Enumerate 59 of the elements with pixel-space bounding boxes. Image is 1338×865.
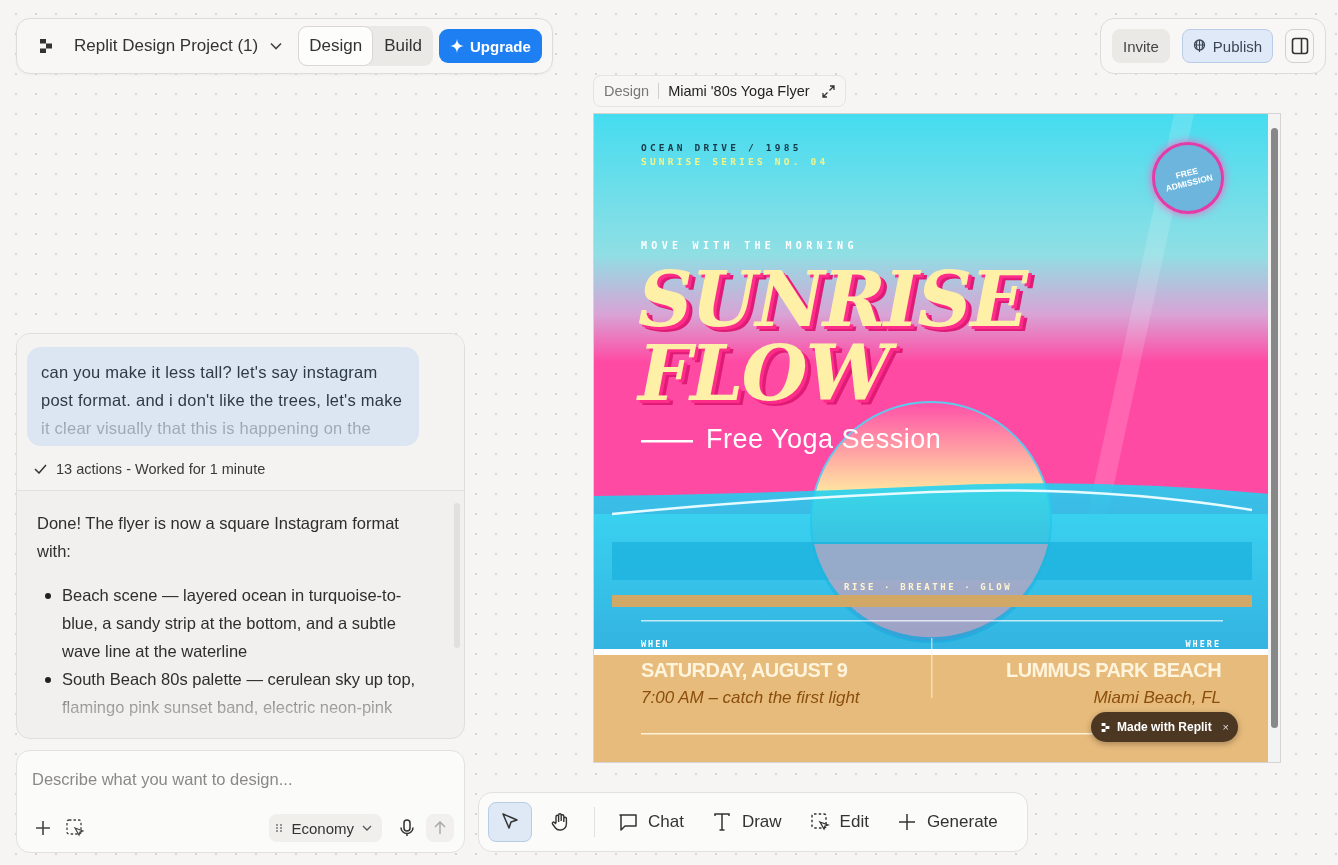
dash-line [641,440,693,443]
plus-icon [896,812,917,832]
chat-bubble-icon [618,812,638,832]
text-icon [711,812,732,832]
flyer-subtitle: Free Yoga Session [706,424,942,455]
bullet-icon [45,593,51,599]
publish-button[interactable]: Publish [1181,29,1274,63]
scrollbar[interactable] [1268,114,1280,762]
hand-icon [550,812,570,832]
invite-button[interactable]: Invite [1112,29,1170,63]
project-name[interactable]: Replit Design Project (1) [74,36,259,56]
event-city: Miami Beach, FL [1093,688,1221,708]
event-date: SATURDAY, AUGUST 9 [641,659,848,682]
chevron-down-icon [362,825,372,831]
series-line: SUNRISE SERIES NO. 04 [641,156,829,167]
logo-icon [1101,721,1110,733]
select-tool-button[interactable] [488,802,532,842]
reply-bullet: South Beach 80s palette — cerulean sky up top, flamingo pink sunset band, electric neon-pink [62,669,417,718]
check-icon [34,464,47,474]
made-with-badge[interactable]: Made with Replit × [1091,712,1238,742]
bullet-icon [45,677,51,683]
pointer-icon [500,812,520,832]
reply-text: Done! The flyer is now a square Instagram format with: [37,513,400,562]
event-venue: LUMMUS PARK BEACH [1006,659,1221,682]
globe-icon [1192,39,1206,53]
selection-cursor-icon [66,819,84,837]
plus-icon [36,821,50,835]
kicker-text: MOVE WITH THE MORNING [641,240,858,251]
location-line: OCEAN DRIVE / 1985 [641,142,802,153]
where-label: WHERE [1185,639,1221,649]
actions-summary[interactable]: 13 actions - Worked for 1 minute [56,461,266,477]
microphone-icon [400,819,414,837]
sidebar-icon [1290,37,1309,55]
frame-title[interactable]: Miami '80s Yoga Flyer [668,83,810,99]
grip-icon [275,823,284,833]
logo-icon [39,38,53,54]
chevron-down-icon [270,42,283,50]
selection-cursor-icon [809,812,830,832]
arrow-up-icon [434,821,446,835]
event-time: 7:00 AM – catch the first light [641,688,860,708]
when-label: WHEN [641,639,670,649]
draw-tool-button[interactable]: Draw [700,802,793,842]
mode-tab[interactable]: Design [298,26,374,66]
breadcrumb-link[interactable]: Design [604,83,650,99]
panel-toggle-button[interactable] [1285,29,1314,63]
reply-bullet: Beach scene — layered ocean in turquoise-to-blue, a sandy strip at the bottom, and a subtle wave line at the waterline [62,585,403,662]
prompt-input[interactable]: Describe what you want to design... [32,768,432,790]
chat-tool-button[interactable]: Chat [607,802,695,842]
edit-tool-button[interactable]: Edit [798,802,880,842]
upgrade-button[interactable]: Upgrade [439,29,542,63]
generate-tool-button[interactable]: Generate [885,802,1009,842]
mode-tab[interactable]: Build [373,26,433,66]
motto-text: RISE · BREATHE · GLOW [844,582,1013,592]
user-message: can you make it less tall? let's say instagram post format. and i don't like the trees, let's make it clear visually that this is happening on the [41,362,404,439]
model-dropdown[interactable]: Economy [269,814,382,842]
expand-icon[interactable] [821,84,835,98]
badge-close-button[interactable]: × [1222,721,1229,733]
badge-text: Made with Replit [1117,720,1212,734]
sparkle-icon [450,39,464,53]
